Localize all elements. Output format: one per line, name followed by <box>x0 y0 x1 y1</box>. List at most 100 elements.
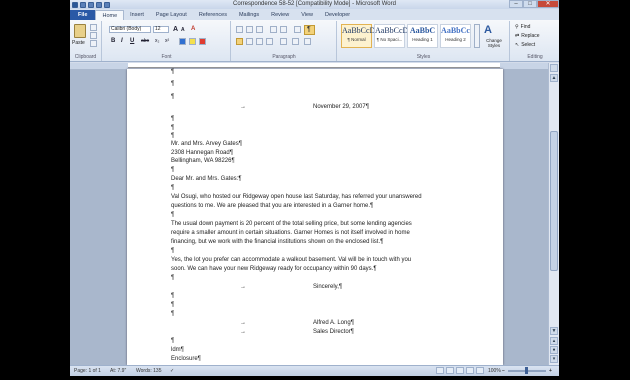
paragraph-mark: ¶ <box>171 338 175 344</box>
justify-icon[interactable] <box>266 38 273 45</box>
paste-icon[interactable] <box>74 24 86 38</box>
body-line: soon. We can have your new Ridgeway read… <box>171 266 377 272</box>
font-color-icon[interactable] <box>199 38 206 45</box>
vertical-position[interactable]: At: 7.9" <box>110 368 126 374</box>
change-styles-icon[interactable]: A <box>484 24 492 36</box>
tab-insert[interactable]: Insert <box>124 10 150 20</box>
copy-icon[interactable] <box>90 32 97 39</box>
style-name: ¶ No Spaci... <box>376 37 403 42</box>
bullets-icon[interactable] <box>236 26 243 33</box>
horizontal-ruler[interactable] <box>128 63 500 68</box>
highlight-color-icon[interactable] <box>189 38 196 45</box>
font-size-select[interactable]: 12 <box>153 26 169 33</box>
font-name-select[interactable]: Calibri (Body) <box>109 26 151 33</box>
paragraph-mark: ¶ <box>171 212 175 218</box>
style-preview: AaBbCcDc <box>342 26 379 35</box>
styles-group: AaBbCcDc ¶ Normal AaBbCcDc ¶ No Spaci...… <box>338 21 510 61</box>
ribbon: Paste Clipboard Calibri (Body) 12 A A A … <box>70 20 559 62</box>
style-heading-2[interactable]: AaBbCc Heading 2 <box>440 24 471 48</box>
vertical-scrollbar[interactable]: ▲ ▼ ▴ ● ▾ <box>548 63 559 365</box>
zoom-slider-knob[interactable] <box>525 367 528 374</box>
tab-developer[interactable]: Developer <box>319 10 356 20</box>
underline-button[interactable]: U <box>130 38 134 44</box>
sort-icon[interactable] <box>294 26 301 33</box>
grow-font-button[interactable]: A <box>173 26 178 33</box>
cut-icon[interactable] <box>90 24 97 31</box>
tab-home[interactable]: Home <box>95 10 125 20</box>
align-right-icon[interactable] <box>256 38 263 45</box>
paragraph-mark: ¶ <box>171 69 175 75</box>
tab-review[interactable]: Review <box>265 10 295 20</box>
decrease-indent-icon[interactable] <box>270 26 277 33</box>
scroll-down-icon[interactable]: ▼ <box>550 327 558 335</box>
salutation: Dear Mr. and Mrs. Gates:¶ <box>171 176 242 182</box>
maximize-button[interactable]: □ <box>523 0 537 8</box>
zoom-in-button[interactable]: + <box>549 368 552 374</box>
clear-formatting-button[interactable]: A <box>191 26 195 32</box>
tab-view[interactable]: View <box>295 10 319 20</box>
superscript-button[interactable]: x² <box>165 38 169 44</box>
zoom-out-button[interactable]: − <box>502 368 505 374</box>
styles-label: Styles <box>416 54 431 60</box>
format-painter-icon[interactable] <box>90 40 97 47</box>
tab-mailings[interactable]: Mailings <box>233 10 265 20</box>
align-center-icon[interactable] <box>246 38 253 45</box>
bold-button[interactable]: B <box>111 38 115 44</box>
document-page[interactable]: ¶ ¶ ¶ → November 29, 2007¶ ¶ ¶ ¶ Mr. and… <box>127 69 503 365</box>
tab-file[interactable]: File <box>70 10 96 20</box>
next-page-icon[interactable]: ▾ <box>550 355 558 363</box>
browse-object-icon[interactable]: ● <box>550 346 558 354</box>
strikethrough-button[interactable]: abc <box>141 38 149 44</box>
replace-label: Replace <box>521 33 540 39</box>
borders-icon[interactable] <box>304 38 311 45</box>
style-heading-1[interactable]: AaBbC Heading 1 <box>407 24 438 48</box>
change-styles-button[interactable]: Change Styles <box>481 38 507 48</box>
shading-icon[interactable] <box>292 38 299 45</box>
shrink-font-button[interactable]: A <box>181 27 185 33</box>
multilevel-list-icon[interactable] <box>256 26 263 33</box>
full-screen-view-icon[interactable] <box>446 367 454 374</box>
increase-indent-icon[interactable] <box>280 26 287 33</box>
numbering-icon[interactable] <box>246 26 253 33</box>
date-line: November 29, 2007¶ <box>313 104 369 110</box>
align-left-icon[interactable] <box>236 38 243 45</box>
proofing-icon[interactable]: ✓ <box>170 368 174 374</box>
print-layout-view-icon[interactable] <box>436 367 444 374</box>
scroll-up-icon[interactable]: ▲ <box>550 74 558 82</box>
text-effects-icon[interactable] <box>179 38 186 45</box>
line-spacing-icon[interactable] <box>280 38 287 45</box>
italic-button[interactable]: I <box>121 38 123 44</box>
paragraph-mark: ¶ <box>171 275 175 281</box>
window-controls: – □ ✕ <box>509 0 559 8</box>
body-line: Val Osugi, who hosted our Ridgeway open … <box>171 194 422 200</box>
styles-scroll-icon[interactable] <box>474 24 480 48</box>
outline-view-icon[interactable] <box>466 367 474 374</box>
style-preview: AaBbCcDc <box>375 26 412 35</box>
style-no-spacing[interactable]: AaBbCcDc ¶ No Spaci... <box>374 24 412 48</box>
replace-button[interactable]: ⇄ Replace <box>515 33 540 39</box>
paste-button-label[interactable]: Paste <box>72 40 85 46</box>
ruler-toggle-icon[interactable] <box>550 64 558 72</box>
scroll-thumb[interactable] <box>550 131 558 271</box>
close-button[interactable]: ✕ <box>537 0 559 8</box>
previous-page-icon[interactable]: ▴ <box>550 337 558 345</box>
web-layout-view-icon[interactable] <box>456 367 464 374</box>
style-normal[interactable]: AaBbCcDc ¶ Normal <box>341 24 379 48</box>
minimize-button[interactable]: – <box>509 0 523 8</box>
page-count[interactable]: Page: 1 of 1 <box>74 368 101 374</box>
show-hide-formatting-button[interactable]: ¶ <box>304 25 315 35</box>
tab-references[interactable]: References <box>193 10 233 20</box>
subscript-button[interactable]: x₂ <box>155 38 159 44</box>
style-name: Heading 2 <box>445 37 466 42</box>
find-button[interactable]: ⚲ Find <box>515 24 530 30</box>
draft-view-icon[interactable] <box>476 367 484 374</box>
paragraph-group: ¶ Paragraph <box>232 21 337 61</box>
word-count[interactable]: Words: 135 <box>136 368 161 374</box>
paragraph-mark: ¶ <box>171 81 175 87</box>
zoom-level[interactable]: 100% <box>488 368 501 374</box>
body-line: require a smaller amount in certain situ… <box>171 230 410 236</box>
tab-page-layout[interactable]: Page Layout <box>150 10 193 20</box>
paragraph-mark: ¶ <box>171 133 175 139</box>
reference-initials: ldm¶ <box>171 347 184 353</box>
select-button[interactable]: ↖ Select <box>515 42 535 48</box>
